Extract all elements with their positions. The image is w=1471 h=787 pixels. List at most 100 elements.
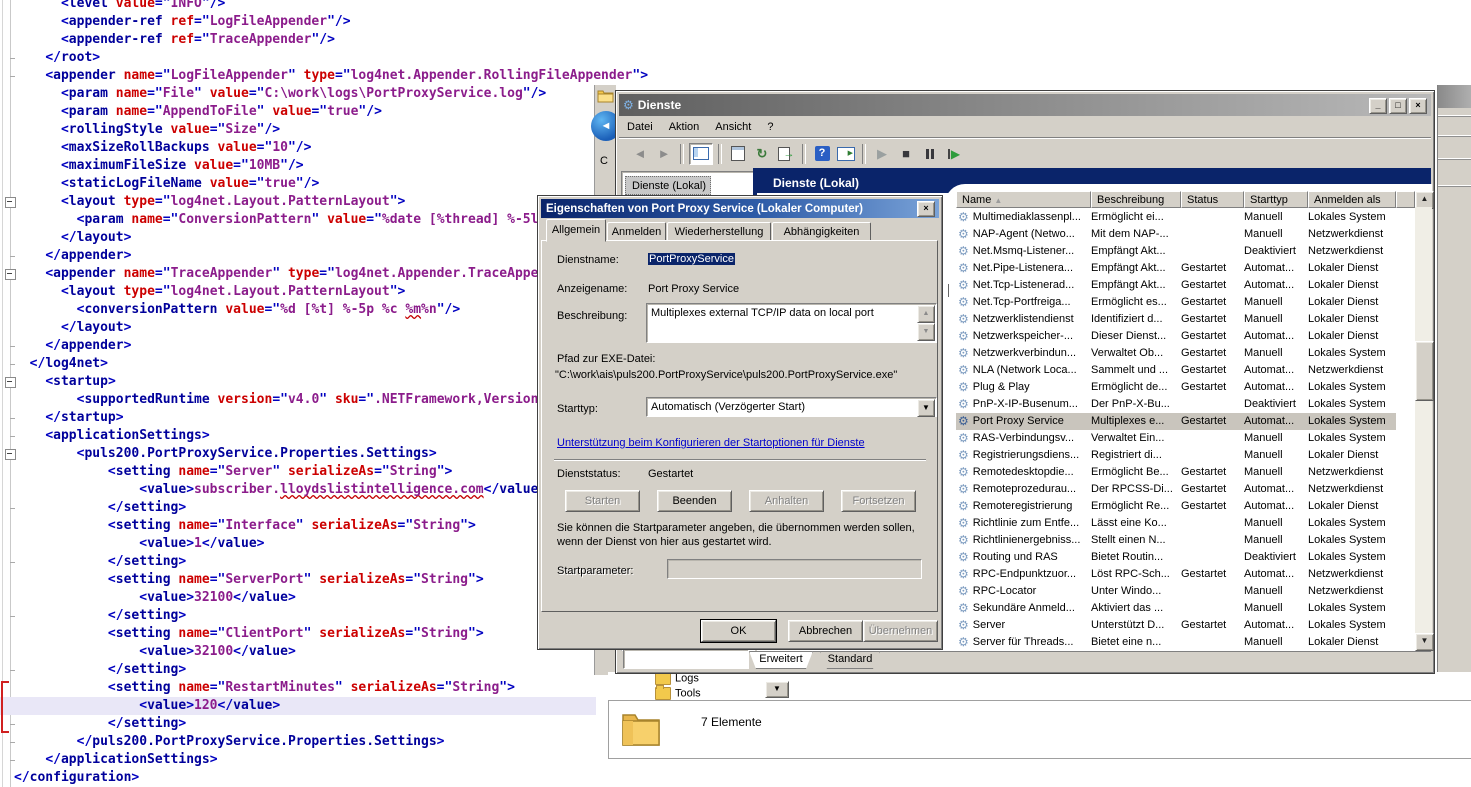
menu-item-datei[interactable]: Datei — [619, 119, 661, 135]
service-name-value[interactable]: PortProxyService — [648, 253, 735, 265]
sidebar-item-dienste-lokal[interactable]: Dienste (Lokal) — [625, 176, 711, 195]
properties-dialog: Eigenschaften von Port Proxy Service (Lo… — [537, 195, 943, 650]
scrollbar-track[interactable] — [1415, 207, 1432, 633]
extended-view-icon[interactable]: ▶ — [835, 143, 857, 165]
menu-item-hilfe[interactable]: ? — [759, 119, 781, 135]
forward-icon[interactable]: ► — [653, 143, 675, 165]
list-item[interactable]: Tools — [655, 687, 701, 700]
fold-collapse-icon[interactable] — [5, 377, 16, 388]
restart-service-icon[interactable]: ▶ — [943, 143, 965, 165]
description-label: Beschreibung: — [557, 310, 627, 322]
column-header-anmelden-als[interactable]: Anmelden als — [1308, 191, 1396, 208]
refresh-icon[interactable]: ↻ — [751, 143, 773, 165]
table-row[interactable]: ⚙RPC-LocatorUnter Windo...ManuellNetzwer… — [956, 583, 1396, 600]
stop-button[interactable]: Beenden — [657, 490, 732, 512]
back-icon[interactable]: ◄ — [629, 143, 651, 165]
cell: Lokales System — [1308, 600, 1396, 617]
tab-abhaengigkeiten[interactable]: Abhängigkeiten — [772, 222, 871, 242]
table-row[interactable]: ⚙NLA (Network Loca...Sammelt und ...Gest… — [956, 362, 1396, 379]
apply-button[interactable]: Übernehmen — [863, 620, 938, 642]
table-row[interactable]: ⚙Remotedesktopdie...Ermöglicht Be...Gest… — [956, 464, 1396, 481]
menu-item-aktion[interactable]: Aktion — [661, 119, 708, 135]
table-row[interactable]: ⚙Port Proxy ServiceMultiplexes e...Gesta… — [956, 413, 1396, 430]
table-row[interactable]: ⚙NAP-Agent (Netwo...Mit dem NAP-...Manue… — [956, 226, 1396, 243]
table-row[interactable]: ⚙RemoteregistrierungErmöglicht Re...Gest… — [956, 498, 1396, 515]
combo-dropdown-button[interactable]: ▼ — [917, 399, 935, 417]
table-row[interactable]: ⚙Sekundäre Anmeld...Aktiviert das ...Man… — [956, 600, 1396, 617]
scroll-down-button[interactable]: ▼ — [1415, 633, 1434, 651]
cell: Manuell — [1244, 345, 1308, 362]
service-name: PnP-X-IP-Busenum... — [973, 396, 1078, 413]
description-field[interactable]: Multiplexes external TCP/IP data on loca… — [646, 303, 937, 343]
cell: Mit dem NAP-... — [1091, 226, 1181, 243]
pause-service-icon[interactable] — [919, 143, 941, 165]
service-gear-icon: ⚙ — [958, 226, 969, 243]
cell — [1181, 515, 1244, 532]
table-row[interactable]: ⚙Netzwerkverbindun...Verwaltet Ob...Gest… — [956, 345, 1396, 362]
dialog-titlebar[interactable]: Eigenschaften von Port Proxy Service (Lo… — [541, 199, 939, 218]
pause-button[interactable]: Anhalten — [749, 490, 824, 512]
tab-wiederherstellung[interactable]: Wiederherstellung — [667, 222, 771, 242]
cancel-button[interactable]: Abbrechen — [788, 620, 863, 642]
fold-collapse-icon[interactable] — [5, 269, 16, 280]
cell — [1181, 447, 1244, 464]
table-row[interactable]: ⚙Net.Msmq-Listener...Empfängt Akt...Deak… — [956, 243, 1396, 260]
fold-collapse-icon[interactable] — [5, 197, 16, 208]
startup-type-combobox[interactable]: Automatisch (Verzögerter Start) ▼ — [646, 397, 937, 417]
table-row[interactable]: ⚙Net.Tcp-Portfreiga...Ermöglicht es...Ge… — [956, 294, 1396, 311]
start-service-icon[interactable]: ▶ — [871, 143, 893, 165]
minimize-button[interactable]: _ — [1369, 98, 1387, 114]
table-row[interactable]: ⚙NetzwerklistendienstIdentifiziert d...G… — [956, 311, 1396, 328]
table-row[interactable]: ⚙Routing und RASBietet Routin...Deaktivi… — [956, 549, 1396, 566]
tab-allgemein[interactable]: Allgemein — [546, 219, 606, 242]
column-header-beschreibung[interactable]: Beschreibung — [1091, 191, 1181, 208]
table-row[interactable]: ⚙Plug & PlayErmöglicht de...GestartetAut… — [956, 379, 1396, 396]
stop-service-icon[interactable]: ■ — [895, 143, 917, 165]
dialog-close-button[interactable]: × — [917, 201, 935, 217]
table-row[interactable]: ⚙Remoteprozedurau...Der RPCSS-Di...Gesta… — [956, 481, 1396, 498]
table-row[interactable]: ⚙Richtlinie zum Entfe...Lässt eine Ko...… — [956, 515, 1396, 532]
fold-collapse-icon[interactable] — [5, 449, 16, 460]
column-header-status[interactable]: Status — [1181, 191, 1244, 208]
scrollbar-thumb[interactable] — [1415, 341, 1434, 401]
table-row[interactable]: ⚙Netzwerkspeicher-...Dieser Dienst...Ges… — [956, 328, 1396, 345]
table-row[interactable]: ⚙PnP-X-IP-Busenum...Der PnP-X-Bu...Deakt… — [956, 396, 1396, 413]
tree-item-label: Dienste (Lokal) — [632, 180, 706, 192]
table-row[interactable]: ⚙Richtlinienergebniss...Stellt einen N..… — [956, 532, 1396, 549]
service-name: Plug & Play — [973, 379, 1030, 396]
table-row[interactable]: ⚙Server für Threads...Bietet eine n...Ma… — [956, 634, 1396, 651]
scroll-up-button[interactable]: ▲ — [917, 305, 935, 323]
start-button[interactable]: Starten — [565, 490, 640, 512]
start-params-input[interactable] — [667, 559, 922, 579]
properties-icon[interactable] — [727, 143, 749, 165]
maximize-button[interactable]: □ — [1389, 98, 1407, 114]
dropdown-button[interactable]: ▼ — [765, 681, 789, 698]
cell: Ermöglicht es... — [1091, 294, 1181, 311]
column-header-name[interactable]: Name ▲ — [956, 191, 1091, 208]
ok-button[interactable]: OK — [701, 620, 776, 642]
services-titlebar[interactable]: ⚙ Dienste _ □ × — [619, 94, 1431, 116]
menu-item-ansicht[interactable]: Ansicht — [707, 119, 759, 135]
tab-erweitert[interactable]: Erweitert — [749, 651, 813, 669]
service-gear-icon: ⚙ — [958, 583, 969, 600]
console-tree-icon[interactable] — [689, 143, 713, 165]
help-icon[interactable]: ? — [811, 143, 833, 165]
resume-button[interactable]: Fortsetzen — [841, 490, 916, 512]
export-list-icon[interactable]: → — [775, 143, 797, 165]
table-row[interactable]: ⚙Registrierungsdiens...Registriert di...… — [956, 447, 1396, 464]
scroll-down-button[interactable]: ▼ — [917, 323, 935, 341]
table-row[interactable]: ⚙RPC-Endpunktzuor...Löst RPC-Sch...Gesta… — [956, 566, 1396, 583]
table-row[interactable]: ⚙Net.Tcp-Listenerad...Empfängt Akt...Ges… — [956, 277, 1396, 294]
close-button[interactable]: × — [1409, 98, 1427, 114]
table-row[interactable]: ⚙Net.Pipe-Listenera...Empfängt Akt...Ges… — [956, 260, 1396, 277]
column-header-starttyp[interactable]: Starttyp — [1244, 191, 1308, 208]
table-row[interactable]: ⚙RAS-Verbindungsv...Verwaltet Ein...Manu… — [956, 430, 1396, 447]
cell: Automat... — [1244, 328, 1308, 345]
tab-standard[interactable]: Standard — [820, 651, 880, 669]
table-row[interactable]: ⚙Multimediaklassenpl...Ermöglicht ei...M… — [956, 209, 1396, 226]
tab-anmelden[interactable]: Anmelden — [607, 222, 666, 242]
cell: Gestartet — [1181, 617, 1244, 634]
table-row[interactable]: ⚙ServerUnterstützt D...GestartetAutomat.… — [956, 617, 1396, 634]
startup-options-help-link[interactable]: Unterstützung beim Konfigurieren der Sta… — [557, 437, 865, 449]
folder-label: Logs — [675, 672, 699, 684]
